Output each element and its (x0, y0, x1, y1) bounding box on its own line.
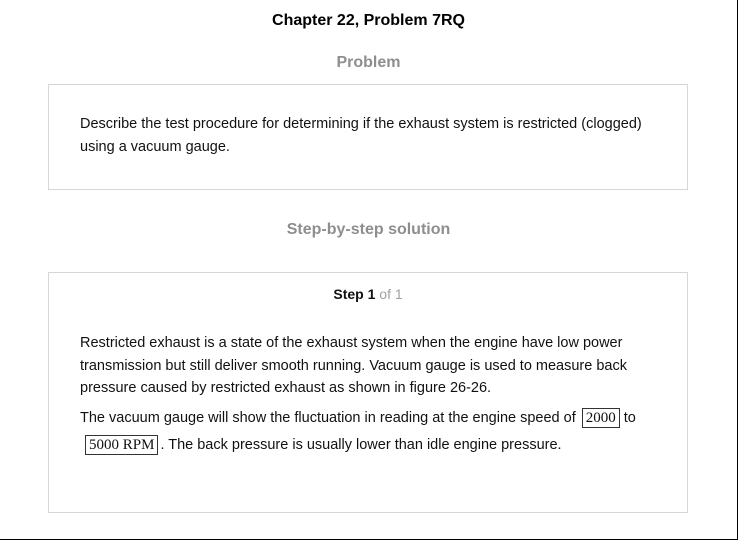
step-number: 1 (367, 286, 376, 302)
page-title: Chapter 22, Problem 7RQ (272, 12, 465, 29)
solution-paragraph-2: The vacuum gauge will show the fluctuati… (80, 405, 670, 459)
page-frame: Chapter 22, Problem 7RQ Problem Describe… (0, 0, 738, 540)
step-indicator: Step 1 of 1 (49, 286, 687, 302)
paragraph-2-text-after: . The back pressure is usually lower tha… (160, 437, 562, 453)
solution-paragraph-1: Restricted exhaust is a state of the exh… (80, 335, 627, 396)
step-label: Step (333, 286, 364, 302)
solution-heading: Step-by-step solution (286, 221, 451, 238)
problem-heading: Problem (336, 54, 401, 71)
solution-card: Step 1 of 1 Restricted exhaust is a stat… (48, 272, 688, 513)
step-total: of 1 (379, 286, 403, 302)
paragraph-2-text-middle: to (623, 410, 636, 426)
problem-text: Describe the test procedure for determin… (80, 116, 642, 155)
paragraph-2-text-before: The vacuum gauge will show the fluctuati… (80, 410, 576, 426)
boxed-value-high: 5000 RPM (85, 435, 159, 456)
boxed-value-low: 2000 (581, 408, 620, 429)
problem-card: Describe the test procedure for determin… (48, 84, 688, 190)
